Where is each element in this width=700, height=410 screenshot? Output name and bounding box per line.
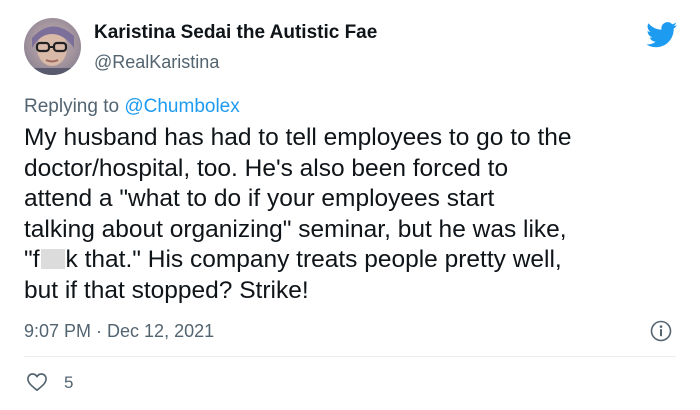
like-count: 5 — [64, 373, 74, 392]
avatar[interactable] — [24, 18, 81, 75]
tweet-text-line: My husband has had to tell employees to … — [24, 124, 572, 151]
tweet-text-line: talking about organizing" seminar, but h… — [24, 215, 567, 243]
tweet-card: Karistina Sedai the Autistic Fae @RealKa… — [0, 0, 700, 410]
reply-mention-link[interactable]: @Chumbolex — [124, 96, 239, 117]
heart-icon[interactable] — [26, 372, 48, 392]
tweet-text-line: attend a "what to do if your employees s… — [24, 185, 495, 213]
replying-to: Replying to @Chumbolex — [24, 96, 240, 118]
twitter-bird-icon[interactable] — [646, 22, 678, 48]
tweet-text: My husband has had to tell employees to … — [24, 123, 684, 307]
replying-prefix: Replying to — [24, 96, 125, 117]
info-icon[interactable] — [650, 320, 672, 342]
tweet-text-segment: k that." His company treats people prett… — [65, 246, 562, 274]
tweet-text-line: doctor/hospital, too. He's also been for… — [24, 154, 509, 182]
author-handle[interactable]: @RealKaristina — [94, 52, 219, 73]
tweet-text-line-censored: "f k that." His company treats people pre… — [24, 245, 684, 276]
tweet-text-line: but if that stopped? Strike! — [24, 276, 309, 304]
tweet-text-segment: "f — [24, 246, 40, 274]
censor-block — [40, 249, 65, 270]
author-name[interactable]: Karistina Sedai the Autistic Fae — [94, 22, 377, 44]
divider — [24, 356, 676, 357]
timestamp[interactable]: 9:07 PM · Dec 12, 2021 — [24, 321, 214, 342]
